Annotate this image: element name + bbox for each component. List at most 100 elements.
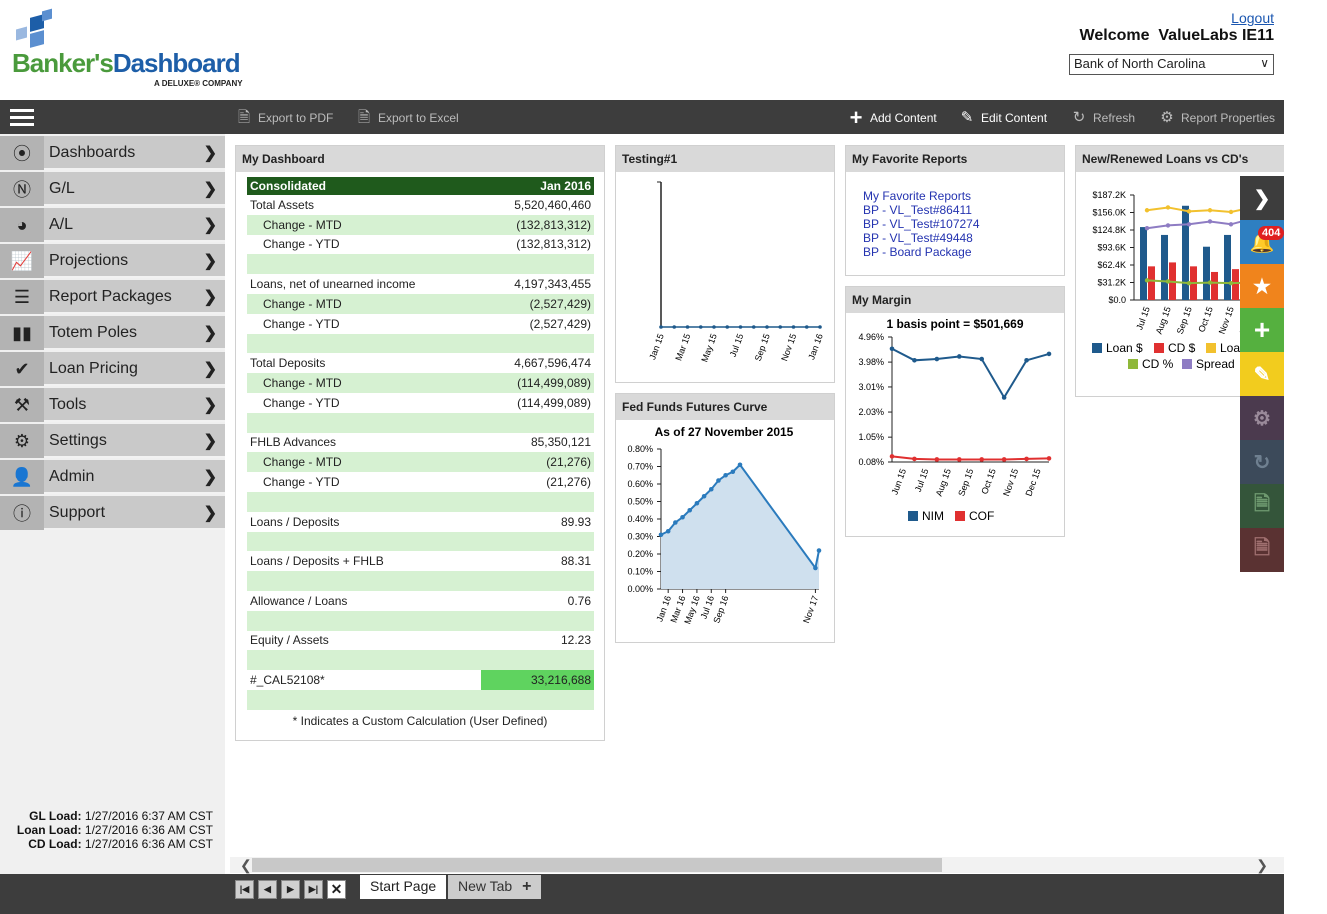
- y-tick-label: 3.98%: [858, 357, 884, 367]
- logout-link[interactable]: Logout: [1231, 10, 1274, 26]
- edit-content-button[interactable]: ✎ Edit Content: [958, 109, 1047, 127]
- y-tick-label: 0.80%: [627, 444, 653, 454]
- data-point: [687, 507, 693, 513]
- excel-icon: 🗎: [1253, 493, 1271, 515]
- y-tick-label: 0.60%: [627, 479, 653, 489]
- first-tab-icon[interactable]: |◀: [235, 880, 254, 899]
- data-point: [912, 358, 917, 363]
- pdf-icon: 🗎: [237, 109, 251, 126]
- sidebar-item-totem-poles[interactable]: ▮▮ Totem Poles ❯: [0, 316, 225, 350]
- last-tab-icon[interactable]: ▶|: [304, 880, 323, 899]
- excel-strip-button[interactable]: 🗎: [1240, 484, 1284, 528]
- y-tick-label: 1.05%: [858, 432, 884, 442]
- bankers-dashboard-logo: Banker'sDashboard A DELUXE® COMPANY: [12, 8, 272, 90]
- legend-label: CD $: [1168, 341, 1196, 355]
- panel-title: My Margin: [846, 287, 1064, 313]
- sidebar-item-report-packages[interactable]: ☰ Report Packages ❯: [0, 280, 225, 314]
- sidebar-item-gl[interactable]: Ⓝ G/L ❯: [0, 172, 225, 206]
- chart-title: As of 27 November 2015: [655, 425, 794, 439]
- favorite-report-link[interactable]: BP - VL_Test#107274: [863, 217, 980, 231]
- table-row: Loans / Deposits + FHLB 88.31: [247, 551, 594, 571]
- row-value: 85,350,121: [530, 435, 591, 450]
- compass-icon: ⦿: [0, 136, 44, 170]
- sidebar-item-settings[interactable]: ⚙ Settings ❯: [0, 424, 225, 458]
- data-point: [708, 486, 714, 492]
- table-row: Total Assets 5,520,460,460: [247, 195, 594, 215]
- pdf-strip-button[interactable]: 🗎: [1240, 528, 1284, 572]
- x-tick-label: Oct 15: [1196, 305, 1214, 333]
- data-point: [1144, 208, 1150, 213]
- y-tick-label: $156.0K: [1092, 208, 1126, 218]
- add-content-button[interactable]: + Add Content: [847, 107, 937, 129]
- expand-strip-button[interactable]: ❯: [1240, 176, 1284, 220]
- y-tick-label: 3.01%: [858, 382, 884, 392]
- export-pdf-button[interactable]: 🗎 Export to PDF: [235, 109, 333, 127]
- chevron-right-icon: ❯: [203, 145, 217, 162]
- scrollbar-thumb[interactable]: [252, 858, 942, 872]
- report-properties-button[interactable]: ⚙ Report Properties: [1158, 109, 1275, 127]
- legend-label: NIM: [922, 509, 944, 523]
- table-row: Loans, net of unearned income 4,197,343,4…: [247, 274, 594, 294]
- data-point: [813, 565, 818, 571]
- row-value: (21,276): [481, 452, 594, 473]
- sidebar-item-support[interactable]: ⓘ Support ❯: [0, 496, 225, 530]
- testing-panel: Testing#1 Jan 15 Mar 15 May 15 Jul 15 Sep 15…: [615, 145, 835, 383]
- data-point: [723, 472, 728, 478]
- data-point: [680, 514, 685, 520]
- sidebar-item-loan-pricing[interactable]: ✔ Loan Pricing ❯: [0, 352, 225, 386]
- favorite-report-link[interactable]: My Favorite Reports: [863, 189, 980, 203]
- table-spacer-row: [247, 254, 594, 275]
- prev-tab-icon[interactable]: ◀: [258, 880, 277, 899]
- sidebar-item-admin[interactable]: 👤 Admin ❯: [0, 460, 225, 494]
- data-point: [934, 457, 940, 462]
- x-tick-label: May 15: [699, 332, 718, 363]
- favorites-strip-button[interactable]: ★: [1240, 264, 1284, 308]
- sidebar-item-tools[interactable]: ⚒ Tools ❯: [0, 388, 225, 422]
- legend-swatch: [1206, 343, 1216, 353]
- favorite-report-link[interactable]: BP - VL_Test#86411: [863, 203, 980, 217]
- data-point: [1228, 280, 1234, 286]
- close-tab-icon[interactable]: ✕: [327, 880, 346, 899]
- add-strip-button[interactable]: +: [1240, 308, 1284, 352]
- export-excel-button[interactable]: 🗎 Export to Excel: [355, 109, 459, 127]
- data-point: [673, 520, 678, 525]
- sidebar-item-al[interactable]: ◕ A/L ❯: [0, 208, 225, 242]
- favorite-report-link[interactable]: BP - Board Package: [863, 245, 980, 259]
- refresh-strip-button[interactable]: ↻: [1240, 440, 1284, 484]
- data-point: [1046, 351, 1052, 357]
- bar: [1182, 205, 1189, 300]
- table-row: Change - MTD (2,527,429): [247, 293, 594, 314]
- refresh-button[interactable]: ↻ Refresh: [1070, 109, 1135, 127]
- panel-title: New/Renewed Loans vs CD's: [1076, 146, 1284, 172]
- bank-select[interactable]: Bank of North Carolina ∨: [1069, 54, 1274, 75]
- x-tick-label: Sep 15: [956, 467, 975, 497]
- table-row: Equity / Assets 12.23: [247, 631, 594, 651]
- horizontal-scrollbar[interactable]: ❮ ❯: [230, 857, 1284, 873]
- sidebar-item-dashboards[interactable]: ⦿ Dashboards ❯: [0, 136, 225, 170]
- table-row: Total Deposits 4,667,596,474: [247, 353, 594, 373]
- sidebar-item-projections[interactable]: 📈 Projections ❯: [0, 244, 225, 278]
- data-point: [1228, 209, 1234, 215]
- bar: [1232, 269, 1239, 300]
- favorite-report-link[interactable]: BP - VL_Test#49448: [863, 231, 980, 245]
- tab-new-tab[interactable]: New Tab +: [448, 875, 542, 899]
- hamburger-menu-icon[interactable]: [10, 109, 34, 127]
- fed-funds-panel: Fed Funds Futures Curve As of 27 Novembe…: [615, 393, 835, 643]
- row-value: 4,667,596,474: [514, 356, 591, 371]
- table-row: #_CAL52108* 33,216,688: [247, 670, 594, 690]
- data-point: [1186, 209, 1192, 214]
- table-spacer-row: [247, 689, 594, 710]
- tab-start-page[interactable]: Start Page: [360, 875, 447, 899]
- scroll-left-icon[interactable]: ❮: [240, 857, 252, 874]
- table-row: Change - MTD (21,276): [247, 452, 594, 473]
- settings-strip-button[interactable]: ⚙: [1240, 396, 1284, 440]
- bottom-tab-bar: [0, 874, 1284, 914]
- refresh-icon: ↻: [1072, 109, 1086, 126]
- scroll-right-icon[interactable]: ❯: [1256, 857, 1268, 874]
- y-tick-label: 4.96%: [858, 332, 884, 342]
- next-tab-icon[interactable]: ▶: [281, 880, 300, 899]
- chevron-right-icon: ❯: [203, 361, 217, 378]
- x-tick-label: Nov 15: [1217, 305, 1236, 335]
- edit-strip-button[interactable]: ✎: [1240, 352, 1284, 396]
- data-point: [1144, 278, 1150, 283]
